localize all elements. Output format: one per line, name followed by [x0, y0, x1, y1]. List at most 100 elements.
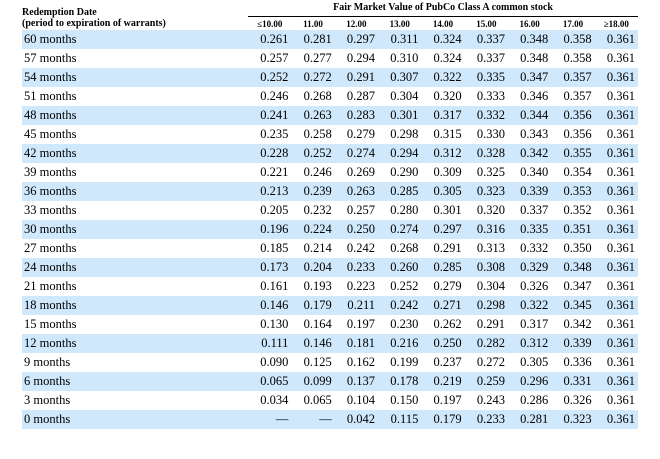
table-cell: 0.164: [291, 315, 335, 334]
table-cell: 0.361: [594, 220, 638, 239]
table-cell: 0.316: [464, 220, 508, 239]
table-cell: 0.330: [464, 125, 508, 144]
table-cell: 0.298: [378, 125, 422, 144]
table-cell: 0.357: [551, 87, 595, 106]
column-header-price: 16.00: [507, 16, 552, 30]
table-cell: 0.241: [248, 106, 292, 125]
table-cell: 0.250: [421, 334, 465, 353]
table-cell: 0.246: [291, 163, 335, 182]
row-label: 9 months: [22, 353, 249, 372]
table-cell: 0.162: [334, 353, 379, 372]
table-cell: 0.361: [594, 125, 638, 144]
table-cell: 0.322: [507, 296, 552, 315]
column-header-price: 15.00: [464, 16, 508, 30]
table-cell: 0.339: [551, 334, 595, 353]
table-cell: 0.285: [378, 182, 422, 201]
table-cell: 0.204: [291, 258, 335, 277]
table-cell: 0.347: [507, 68, 552, 87]
row-label: 12 months: [22, 334, 249, 353]
table-cell: 0.361: [594, 163, 638, 182]
table-cell: 0.305: [507, 353, 552, 372]
table-cell: 0.361: [594, 410, 638, 429]
column-header-price: 17.00: [551, 16, 595, 30]
table-cell: 0.271: [421, 296, 465, 315]
table-cell: 0.361: [594, 68, 638, 87]
table-cell: 0.361: [594, 296, 638, 315]
table-cell: 0.312: [421, 144, 465, 163]
table-cell: 0.196: [248, 220, 292, 239]
row-label: 27 months: [22, 239, 249, 258]
table-cell: 0.339: [507, 182, 552, 201]
table-cell: 0.250: [334, 220, 379, 239]
table-cell: 0.331: [551, 372, 595, 391]
row-label: 51 months: [22, 87, 249, 106]
table-cell: 0.337: [464, 49, 508, 68]
table-cell: 0.150: [378, 391, 422, 410]
table-cell: 0.193: [291, 277, 335, 296]
table-cell: 0.352: [551, 201, 595, 220]
table-cell: 0.361: [594, 353, 638, 372]
row-label: 33 months: [22, 201, 249, 220]
table-cell: 0.317: [507, 315, 552, 334]
table-cell: 0.125: [291, 353, 335, 372]
row-label: 21 months: [22, 277, 249, 296]
row-label: 6 months: [22, 372, 249, 391]
table-cell: 0.361: [594, 391, 638, 410]
table-cell: 0.337: [464, 30, 508, 49]
table-cell: 0.361: [594, 30, 638, 49]
table-cell: 0.224: [291, 220, 335, 239]
table-row: 30 months 0.196 0.224 0.250 0.274 0.297 0.316 0…: [22, 220, 638, 239]
table-body: 60 months 0.261 0.281 0.297 0.311 0.324 0.337 0…: [22, 30, 638, 429]
table-cell: 0.350: [551, 239, 595, 258]
table-cell: 0.345: [551, 296, 595, 315]
table-cell: 0.281: [507, 410, 552, 429]
table-cell: 0.323: [551, 410, 595, 429]
table-cell: 0.340: [507, 163, 552, 182]
table-cell: 0.246: [248, 87, 292, 106]
table-row: 33 months 0.205 0.232 0.257 0.280 0.301 0.320 0…: [22, 201, 638, 220]
table-cell: 0.233: [464, 410, 508, 429]
table-cell: 0.223: [334, 277, 379, 296]
table-cell: 0.325: [464, 163, 508, 182]
table-cell: 0.242: [378, 296, 422, 315]
table-cell: 0.274: [378, 220, 422, 239]
table-cell: 0.262: [421, 315, 465, 334]
table-cell: 0.291: [334, 68, 379, 87]
table-cell: 0.181: [334, 334, 379, 353]
table-cell: 0.304: [464, 277, 508, 296]
table-row: 42 months 0.228 0.252 0.274 0.294 0.312 0.328 0…: [22, 144, 638, 163]
row-label: 42 months: [22, 144, 249, 163]
column-header-price: 14.00: [421, 16, 465, 30]
table-cell: 0.178: [378, 372, 422, 391]
table-row: 48 months 0.241 0.263 0.283 0.301 0.317 0.332 0…: [22, 106, 638, 125]
table-cell: 0.322: [421, 68, 465, 87]
table-cell: 0.326: [551, 391, 595, 410]
table-row: 6 months 0.065 0.099 0.137 0.178 0.219 0.259 0.…: [22, 372, 638, 391]
table-cell: 0.260: [378, 258, 422, 277]
table-cell: 0.348: [507, 30, 552, 49]
header-label-line1: Redemption Date: [22, 7, 97, 18]
table-cell: 0.311: [378, 30, 422, 49]
header-label-line2: (period to expiration of warrants): [22, 18, 166, 29]
table-cell: 0.291: [464, 315, 508, 334]
table-cell: 0.285: [421, 258, 465, 277]
table-cell: 0.161: [248, 277, 292, 296]
table-cell: 0.361: [594, 239, 638, 258]
table-cell: 0.233: [334, 258, 379, 277]
table-cell: 0.356: [551, 125, 595, 144]
table-row: 45 months 0.235 0.258 0.279 0.298 0.315 0.330 0…: [22, 125, 638, 144]
row-label: 48 months: [22, 106, 249, 125]
row-label: 45 months: [22, 125, 249, 144]
table-cell: 0.268: [378, 239, 422, 258]
row-label: 57 months: [22, 49, 249, 68]
table-cell: 0.290: [378, 163, 422, 182]
table-row: 0 months — —0.042 0.115 0.179 0.233 0.281 0.323…: [22, 410, 638, 429]
table-cell: 0.313: [464, 239, 508, 258]
table-cell: 0.337: [507, 201, 552, 220]
table-cell: 0.219: [421, 372, 465, 391]
table-cell: 0.199: [378, 353, 422, 372]
table-cell: 0.282: [464, 334, 508, 353]
table-row: 18 months 0.146 0.179 0.211 0.242 0.271 0.298 0…: [22, 296, 638, 315]
table-cell: 0.324: [421, 30, 465, 49]
table-cell: 0.269: [334, 163, 379, 182]
